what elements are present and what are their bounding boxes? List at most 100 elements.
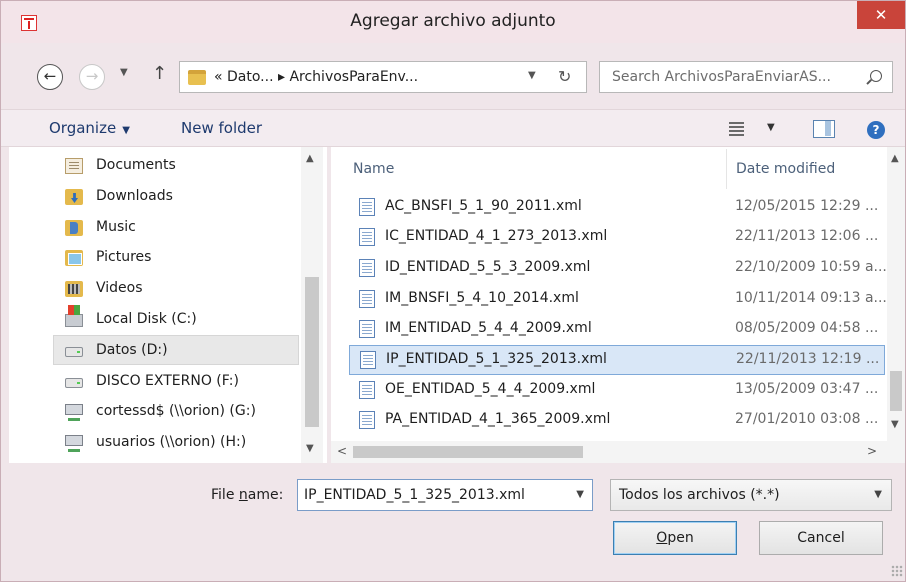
file-name-input[interactable] xyxy=(298,480,562,510)
nav-item-music[interactable]: Music xyxy=(61,213,301,243)
nav-item-pictures[interactable]: Pictures xyxy=(61,243,301,273)
scrollbar-thumb[interactable] xyxy=(890,371,902,411)
address-bar[interactable]: « Dato... ▸ ArchivosParaEnv... ▼ ↻ xyxy=(179,61,587,93)
nav-item-downloads[interactable]: Downloads xyxy=(61,182,301,212)
file-name-combobox[interactable]: ▼ xyxy=(297,479,593,511)
column-header-row: Name Date modified xyxy=(331,147,891,191)
back-button[interactable]: ← xyxy=(37,64,63,90)
file-list[interactable]: Name Date modified AC_BNSFI_5_1_90_2011.… xyxy=(331,147,905,463)
file-row[interactable]: ID_ENTIDAD_5_5_3_2009.xml 22/10/2009 10:5… xyxy=(349,254,887,284)
file-row[interactable]: PA_ENTIDAD_4_1_365_2009.xml 27/01/2010 03… xyxy=(349,406,885,436)
file-name: IM_ENTIDAD_5_4_4_2009.xml xyxy=(385,320,592,336)
cancel-button[interactable]: Cancel xyxy=(759,521,883,555)
network-drive-icon xyxy=(65,435,83,452)
music-icon xyxy=(65,220,83,236)
file-row[interactable]: IM_ENTIDAD_5_4_4_2009.xml 08/05/2009 04:5… xyxy=(349,315,885,345)
search-input[interactable] xyxy=(600,62,860,92)
xml-file-icon xyxy=(359,381,375,399)
organize-button[interactable]: Organize ▼ xyxy=(49,119,130,137)
file-row[interactable]: IC_ENTIDAD_4_1_273_2013.xml 22/11/2013 12… xyxy=(349,223,885,253)
forward-button[interactable]: → xyxy=(79,64,105,90)
chevron-down-icon: ▼ xyxy=(122,125,130,136)
nav-item-disco-externo[interactable]: DISCO EXTERNO (F:) xyxy=(61,367,301,397)
drive-icon xyxy=(65,378,83,388)
scroll-down-icon[interactable]: ▼ xyxy=(891,419,899,430)
file-name-label-part: File xyxy=(211,487,239,503)
close-button[interactable]: ✕ xyxy=(857,1,905,29)
scroll-left-icon[interactable]: < xyxy=(337,444,347,458)
file-row[interactable]: IM_BNSFI_5_4_10_2014.xml 10/11/2014 09:13… xyxy=(349,285,887,315)
scroll-down-icon[interactable]: ▼ xyxy=(306,443,314,454)
file-name: IP_ENTIDAD_5_1_325_2013.xml xyxy=(386,351,607,367)
title-bar[interactable]: Agregar archivo adjunto ✕ xyxy=(1,1,905,43)
file-list-vertical-scrollbar[interactable]: ▲ ▼ xyxy=(887,147,905,463)
nav-item-label: usuarios (\\orion) (H:) xyxy=(96,434,247,450)
dialog-window: Agregar archivo adjunto ✕ ← → ▼ ↑ « Dato… xyxy=(0,0,906,582)
file-name: OE_ENTIDAD_5_4_4_2009.xml xyxy=(385,381,596,397)
preview-pane-icon[interactable] xyxy=(813,120,835,138)
scroll-up-icon[interactable]: ▲ xyxy=(891,153,899,164)
column-header-name[interactable]: Name xyxy=(353,161,394,177)
nav-item-documents[interactable]: Documents xyxy=(61,151,301,181)
documents-icon xyxy=(65,158,83,174)
nav-item-videos[interactable]: Videos xyxy=(61,274,301,304)
address-row: ← → ▼ ↑ « Dato... ▸ ArchivosParaEnv... ▼… xyxy=(1,51,905,105)
file-list-horizontal-scrollbar[interactable]: < > xyxy=(331,441,887,463)
change-view-button[interactable]: ▼ xyxy=(729,120,783,140)
file-date: 08/05/2009 04:58 ... xyxy=(735,320,879,336)
file-date: 22/11/2013 12:19 ... xyxy=(736,351,880,367)
file-type-value: Todos los archivos (*.*) xyxy=(619,487,780,503)
file-row-selected[interactable]: IP_ENTIDAD_5_1_325_2013.xml 22/11/2013 12… xyxy=(349,345,885,375)
resize-grip[interactable] xyxy=(891,565,903,577)
file-row[interactable]: AC_BNSFI_5_1_90_2011.xml 12/05/2015 12:29… xyxy=(349,193,885,223)
search-icon[interactable] xyxy=(870,70,882,82)
file-date: 13/05/2009 03:47 ... xyxy=(735,381,879,397)
nav-scrollbar[interactable]: ▲ ▼ xyxy=(301,147,323,463)
open-label: pen xyxy=(667,530,694,546)
column-header-date-modified[interactable]: Date modified xyxy=(736,161,835,177)
new-folder-button[interactable]: New folder xyxy=(181,119,262,137)
open-button[interactable]: Open xyxy=(613,521,737,555)
help-icon[interactable]: ? xyxy=(867,121,885,139)
nav-item-label: Videos xyxy=(96,280,143,296)
chevron-down-icon: ▼ xyxy=(767,122,775,133)
xml-file-icon xyxy=(359,198,375,216)
downloads-icon xyxy=(65,189,83,205)
file-type-filter[interactable]: Todos los archivos (*.*) ▼ xyxy=(610,479,892,511)
column-divider[interactable] xyxy=(726,149,727,189)
videos-icon xyxy=(65,281,83,297)
nav-item-usuarios[interactable]: usuarios (\\orion) (H:) xyxy=(61,428,301,458)
scroll-right-icon[interactable]: > xyxy=(867,444,877,458)
scroll-up-icon[interactable]: ▲ xyxy=(306,153,314,164)
refresh-icon[interactable]: ↻ xyxy=(558,67,571,86)
scrollbar-thumb[interactable] xyxy=(305,277,319,427)
pictures-icon xyxy=(65,250,83,266)
xml-file-icon xyxy=(359,290,375,308)
file-name-label-accesskey: n xyxy=(238,487,248,503)
xml-file-icon xyxy=(359,320,375,338)
up-button[interactable]: ↑ xyxy=(152,63,167,84)
file-name: PA_ENTIDAD_4_1_365_2009.xml xyxy=(385,411,611,427)
nav-item-datos[interactable]: Datos (D:) xyxy=(53,335,299,365)
open-accesskey: O xyxy=(656,530,668,546)
nav-item-label: Documents xyxy=(96,157,176,173)
file-name: IC_ENTIDAD_4_1_273_2013.xml xyxy=(385,228,608,244)
recent-locations-chevron-icon[interactable]: ▼ xyxy=(120,67,128,78)
nav-item-cortessd[interactable]: cortessd$ (\\orion) (G:) xyxy=(61,397,301,427)
navigation-pane[interactable]: Documents Downloads Music Pictures Video… xyxy=(9,147,327,463)
search-box[interactable] xyxy=(599,61,893,93)
nav-item-local-disk[interactable]: Local Disk (C:) xyxy=(61,305,301,335)
file-name-label-part: ame: xyxy=(247,487,284,503)
file-name-label: File name: xyxy=(211,487,283,503)
xml-file-icon xyxy=(359,411,375,429)
xml-file-icon xyxy=(360,351,376,369)
file-row[interactable]: OE_ENTIDAD_5_4_4_2009.xml 13/05/2009 03:4… xyxy=(349,376,885,406)
scrollbar-thumb[interactable] xyxy=(353,446,583,458)
address-dropdown-icon[interactable]: ▼ xyxy=(528,70,536,81)
organize-label: Organize xyxy=(49,119,117,137)
address-path[interactable]: « Dato... ▸ ArchivosParaEnv... xyxy=(214,69,418,85)
dialog-footer: File name: ▼ Todos los archivos (*.*) ▼ … xyxy=(1,463,905,581)
chevron-down-icon[interactable]: ▼ xyxy=(576,489,584,500)
file-date: 10/11/2014 09:13 a... xyxy=(735,290,887,306)
details-view-icon xyxy=(729,122,744,136)
